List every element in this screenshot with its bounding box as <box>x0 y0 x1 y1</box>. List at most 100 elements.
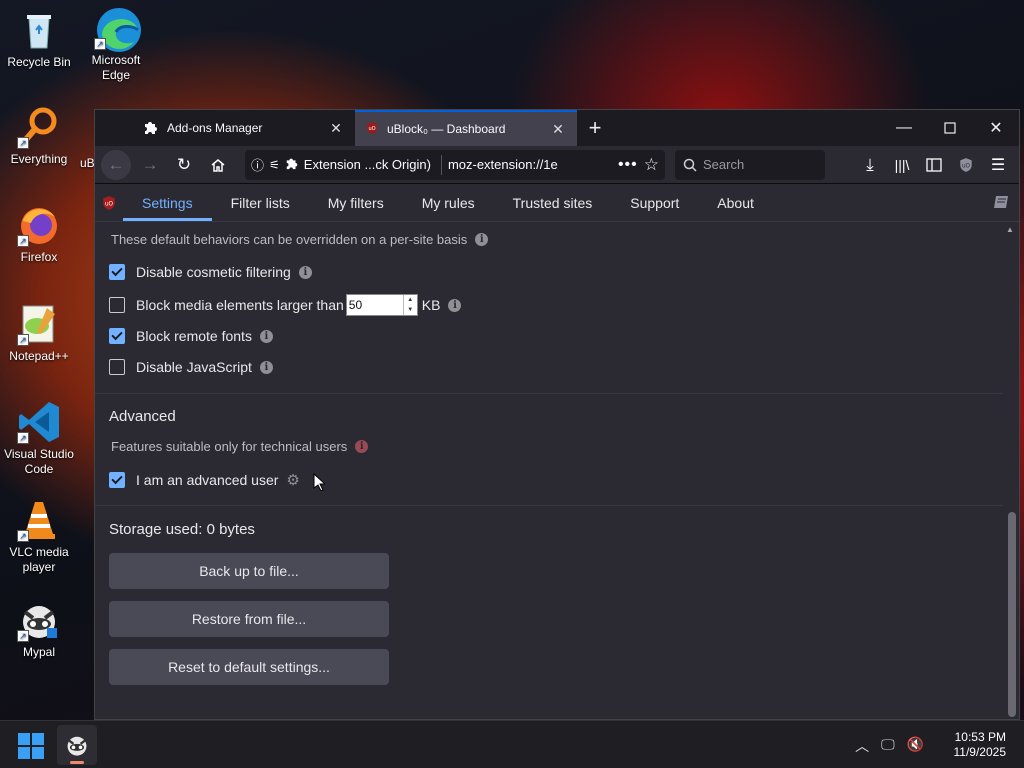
chevron-up-icon[interactable]: ︿ <box>855 736 869 756</box>
desktop-icon-vscode[interactable]: ↗ Visual Studio Code <box>0 400 79 477</box>
checkbox[interactable] <box>109 264 125 280</box>
network-icon[interactable]: 🖵 <box>881 736 895 756</box>
permissions-icon: ⚟ <box>269 157 280 172</box>
search-icon <box>683 158 697 172</box>
info-icon[interactable]: i <box>259 329 273 343</box>
option-block-media-elements[interactable]: Block media elements larger than 50 ▲ ▼ K… <box>109 294 462 316</box>
default-behaviors-note: These default behaviors can be overridde… <box>111 232 489 247</box>
desktop-icon-label: uB <box>80 156 95 170</box>
shortcut-arrow-icon: ↗ <box>17 530 29 542</box>
option-disable-javascript[interactable]: Disable JavaScript i <box>109 359 273 375</box>
site-identity[interactable]: ⓘ ⚟ Extension ...ck Origin) <box>251 154 442 175</box>
checkbox[interactable] <box>109 328 125 344</box>
media-size-input[interactable]: 50 ▲ ▼ <box>345 294 418 316</box>
address-bar[interactable]: ⓘ ⚟ Extension ...ck Origin) moz-extensio… <box>245 149 665 180</box>
firefox-window: Add-ons Manager ✕ uO uBlock₀ — Dashboard… <box>94 109 1020 720</box>
back-button[interactable]: ← <box>101 149 131 180</box>
advanced-section-title: Advanced <box>109 408 176 425</box>
checkbox[interactable] <box>109 359 125 375</box>
desktop-icon-ublock[interactable]: uB <box>48 156 95 171</box>
vscode-icon: ↗ <box>17 400 61 444</box>
volume-muted-icon[interactable]: 🔇 <box>907 736 924 756</box>
option-block-remote-fonts[interactable]: Block remote fonts i <box>109 328 273 344</box>
checkbox[interactable] <box>109 472 125 488</box>
library-icon[interactable]: |||\ <box>887 150 917 180</box>
window-controls: — ✕ <box>881 110 1019 146</box>
backup-button[interactable]: Back up to file... <box>109 553 389 589</box>
search-placeholder: Search <box>703 157 745 172</box>
divider <box>95 393 1003 394</box>
downloads-icon[interactable]: ⤓ <box>855 150 885 180</box>
desktop-icon-label: Visual Studio Code <box>4 447 74 476</box>
desktop-icon-label: VLC media player <box>9 545 69 574</box>
restore-button[interactable]: Restore from file... <box>109 601 389 637</box>
desktop-icon-label: Notepad++ <box>9 349 69 363</box>
everything-search-icon: ↗ <box>17 105 61 149</box>
info-icon[interactable]: i <box>298 265 312 279</box>
vlc-icon: ↗ <box>17 498 61 542</box>
desktop-icon-mypal[interactable]: ↗ Mypal <box>0 598 79 660</box>
system-tray: ︿ 🖵 🔇 <box>855 736 924 756</box>
page-actions-menu-icon[interactable]: ••• <box>618 156 638 174</box>
divider <box>95 505 1003 506</box>
clock[interactable]: 10:53 PM 11/9/2025 <box>954 730 1007 760</box>
home-button[interactable] <box>203 150 233 180</box>
new-tab-button[interactable]: + <box>577 110 613 146</box>
desktop-icon-label: Recycle Bin <box>7 55 71 69</box>
shortcut-arrow-icon: ↗ <box>17 235 29 247</box>
tab-my-filters[interactable]: My filters <box>309 184 403 221</box>
option-disable-cosmetic-filtering[interactable]: Disable cosmetic filtering i <box>109 264 312 280</box>
info-icon[interactable]: i <box>475 233 489 246</box>
reset-button[interactable]: Reset to default settings... <box>109 649 389 685</box>
puzzle-icon <box>143 119 159 138</box>
tab-support[interactable]: Support <box>611 184 698 221</box>
ublock-toolbar-icon[interactable]: uO <box>951 150 981 180</box>
hamburger-menu-icon[interactable]: ☰ <box>983 150 1013 180</box>
tab-addons-manager[interactable]: Add-ons Manager ✕ <box>133 110 355 146</box>
gears-icon[interactable]: ⚙ <box>286 471 299 489</box>
tab-about[interactable]: About <box>698 184 773 221</box>
shortcut-arrow-icon: ↗ <box>17 630 29 642</box>
info-icon[interactable]: i <box>259 360 273 374</box>
number-stepper[interactable]: ▲ ▼ <box>402 295 417 315</box>
desktop-icon-firefox[interactable]: ↗ Firefox <box>0 203 79 265</box>
maximize-icon[interactable] <box>927 110 973 146</box>
reload-button[interactable]: ↻ <box>169 150 199 180</box>
edge-icon: ↗ <box>94 6 141 52</box>
close-tab-icon[interactable]: ✕ <box>549 121 567 138</box>
shortcut-arrow-icon: ↗ <box>17 432 29 444</box>
svg-text:uO: uO <box>962 163 971 169</box>
close-tab-icon[interactable]: ✕ <box>327 120 345 137</box>
tab-trusted-sites[interactable]: Trusted sites <box>494 184 612 221</box>
search-bar[interactable]: Search <box>675 149 825 180</box>
recycle-bin-icon <box>17 8 61 52</box>
forward-button[interactable]: → <box>135 150 165 180</box>
tab-my-rules[interactable]: My rules <box>403 184 494 221</box>
desktop-icon-edge[interactable]: ↗ Microsoft Edge <box>76 6 156 83</box>
tab-settings[interactable]: Settings <box>123 184 212 221</box>
clock-date: 11/9/2025 <box>953 745 1007 759</box>
scroll-thumb[interactable] <box>1008 512 1016 717</box>
info-icon[interactable]: i <box>448 298 462 312</box>
checkbox[interactable] <box>109 297 125 313</box>
close-window-icon[interactable]: ✕ <box>973 110 1019 146</box>
bookmark-star-icon[interactable]: ☆ <box>644 155 659 175</box>
extension-identity-label: Extension ...ck Origin) <box>303 157 431 172</box>
scroll-up-icon[interactable]: ▲ <box>1006 225 1014 234</box>
info-icon[interactable]: i <box>355 440 369 453</box>
minimize-icon[interactable]: — <box>881 110 927 146</box>
url-text[interactable]: moz-extension://1e <box>448 157 612 172</box>
vertical-scrollbar[interactable]: ▲ <box>1003 222 1019 719</box>
option-advanced-user[interactable]: I am an advanced user ⚙ <box>109 471 300 489</box>
taskbar-app-mypal[interactable] <box>57 725 97 765</box>
book-icon[interactable] <box>993 194 1011 213</box>
sidebar-icon[interactable] <box>919 150 949 180</box>
desktop-icon-recycle-bin[interactable]: Recycle Bin <box>0 8 79 70</box>
tab-ublock-dashboard[interactable]: uO uBlock₀ — Dashboard ✕ <box>355 110 577 146</box>
windows-start-icon[interactable] <box>18 733 44 759</box>
shortcut-arrow-icon: ↗ <box>17 334 29 346</box>
desktop-icon-vlc[interactable]: ↗ VLC media player <box>0 498 79 575</box>
tab-filter-lists[interactable]: Filter lists <box>212 184 309 221</box>
desktop-icon-notepad-plus-plus[interactable]: ↗ Notepad++ <box>0 302 79 364</box>
svg-text:uO: uO <box>105 201 114 207</box>
